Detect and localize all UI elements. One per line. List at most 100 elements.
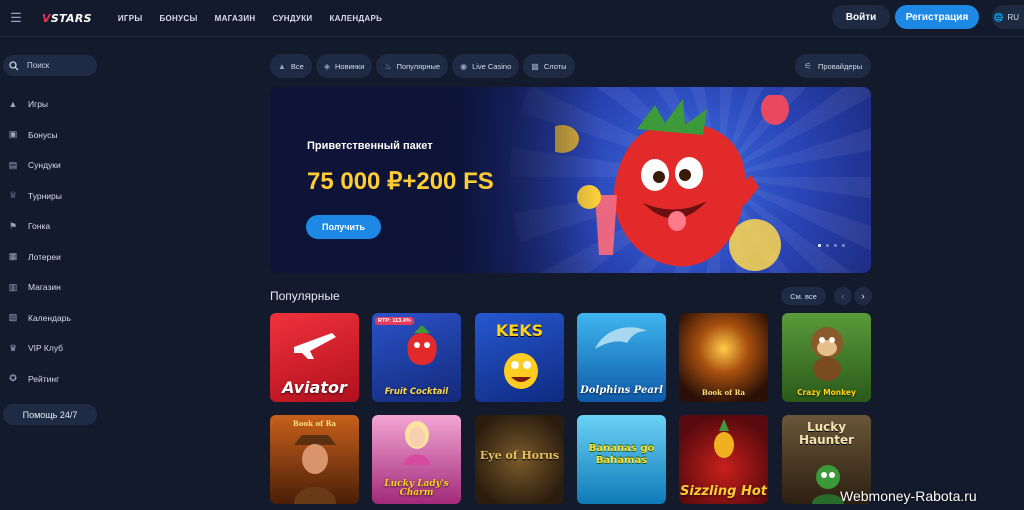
- fire-icon: ▲: [8, 99, 18, 110]
- game-title: Dolphins Pearl: [580, 385, 663, 396]
- chip-icon: ◉: [460, 61, 468, 71]
- logo-text: STARS: [50, 11, 92, 25]
- sidebar-item-rating[interactable]: ✪ Рейтинг: [0, 364, 110, 395]
- game-tile-bananas-go-bahamas[interactable]: Bananas go Bahamas: [577, 415, 666, 504]
- sidebar-item-label: Гонка: [28, 221, 51, 232]
- slider-dot[interactable]: [818, 244, 821, 247]
- sidebar-item-games[interactable]: ▲ Игры: [0, 89, 110, 120]
- game-tile-book-of-ra[interactable]: Book of Ra: [679, 313, 768, 402]
- game-title: Aviator: [282, 378, 347, 397]
- category-new[interactable]: ◈ Новинки: [315, 54, 373, 78]
- game-title: Eye of Horus: [479, 449, 560, 462]
- game-title: Fruit Cocktail: [384, 386, 449, 397]
- register-button[interactable]: Регистрация: [895, 5, 979, 29]
- login-button[interactable]: Войти: [832, 5, 890, 29]
- nav-chests[interactable]: СУНДУКИ: [273, 14, 313, 23]
- globe-icon: 🌐: [993, 12, 1004, 22]
- game-title: KEKS: [495, 321, 544, 340]
- casino-app: ☰ VSTARS ИГРЫ БОНУСЫ МАГАЗИН СУНДУКИ КАЛ…: [0, 0, 1024, 510]
- sidebar-item-lotteries[interactable]: ▦ Лотереи: [0, 242, 110, 273]
- chest-icon: ▤: [8, 159, 18, 170]
- category-label: Популярные: [396, 61, 441, 71]
- lady-icon: [404, 421, 430, 465]
- plane-icon: [294, 333, 336, 359]
- category-popular[interactable]: ♨ Популярные: [376, 54, 449, 78]
- sidebar-item-label: Рейтинг: [28, 373, 60, 384]
- sidebar-item-label: Сундуки: [28, 160, 61, 171]
- see-all-button[interactable]: См. все: [781, 287, 826, 305]
- game-title: Book of Ra: [701, 388, 746, 397]
- search-icon: [9, 60, 19, 70]
- nav-calendar[interactable]: КАЛЕНДАРЬ: [329, 14, 382, 23]
- flame-icon: ♨: [384, 61, 392, 71]
- ticket-icon: ▦: [8, 251, 18, 262]
- game-title: Lucky Lady's Charm: [384, 479, 449, 498]
- main-nav: ИГРЫ БОНУСЫ МАГАЗИН СУНДУКИ КАЛЕНДАРЬ: [118, 14, 382, 23]
- slider-dot[interactable]: [826, 244, 829, 247]
- banner-title: 75 000 ₽+200 FS: [307, 168, 494, 195]
- sidebar-item-label: Игры: [28, 99, 49, 110]
- game-tile-eye-of-horus[interactable]: Eye of Horus: [475, 415, 564, 504]
- cube-icon: ◈: [323, 61, 331, 71]
- language-selector[interactable]: 🌐 RU: [992, 5, 1024, 29]
- category-all[interactable]: ▲ Все: [270, 54, 312, 78]
- search-placeholder: Поиск: [27, 61, 50, 70]
- slider-dot[interactable]: [842, 244, 845, 247]
- filter-icon: ⚟: [803, 60, 812, 71]
- dolphin-icon: [595, 327, 647, 349]
- top-header: ☰ VSTARS ИГРЫ БОНУСЫ МАГАЗИН СУНДУКИ КАЛ…: [0, 0, 1024, 37]
- logo-mark: V: [42, 11, 51, 25]
- medal-icon: ✪: [9, 373, 17, 384]
- nav-bonuses[interactable]: БОНУСЫ: [159, 14, 197, 23]
- help-button[interactable]: Помощь 24/7: [3, 404, 97, 425]
- slider-dots: [818, 244, 845, 247]
- crown-icon: ♛: [8, 342, 18, 353]
- banner-cta-button[interactable]: Получить: [306, 215, 381, 239]
- providers-button[interactable]: ⚟ Провайдеры: [795, 54, 871, 78]
- search-input[interactable]: Поиск: [3, 55, 97, 76]
- category-live-casino[interactable]: ◉ Live Casino: [452, 54, 520, 78]
- next-arrow-icon[interactable]: ›: [854, 287, 872, 305]
- game-tile-fruit-cocktail[interactable]: RTP: 113.4% Fruit Cocktail: [372, 313, 461, 402]
- sidebar-item-vip[interactable]: ♛ VIP Клуб: [0, 333, 110, 364]
- category-label: Live Casino: [472, 61, 512, 71]
- prev-arrow-icon[interactable]: ‹: [834, 287, 852, 305]
- nav-games[interactable]: ИГРЫ: [118, 14, 143, 23]
- category-label: Все: [290, 61, 304, 71]
- game-tile-dolphins-pearl[interactable]: Dolphins Pearl: [577, 313, 666, 402]
- sidebar-item-calendar[interactable]: ▧ Календарь: [0, 303, 110, 334]
- promo-banner[interactable]: Приветственный пакет 75 000 ₽+200 FS Пол…: [270, 87, 871, 273]
- sidebar-item-label: Календарь: [28, 312, 71, 323]
- header-actions: Войти Регистрация 🌐 RU: [832, 5, 1024, 29]
- game-tile-crazy-monkey[interactable]: Crazy Monkey: [782, 313, 871, 402]
- slider-dot[interactable]: [834, 244, 837, 247]
- strawberry-icon: [407, 325, 437, 365]
- game-title: Sizzling Hot: [680, 484, 767, 499]
- trophy-icon: ♕: [8, 190, 18, 201]
- game-title: Crazy Monkey: [797, 387, 856, 397]
- logo[interactable]: VSTARS: [42, 12, 92, 25]
- game-tile-sizzling-hot[interactable]: Sizzling Hot: [679, 415, 768, 504]
- gift-icon: ▣: [8, 129, 18, 140]
- sidebar-item-chests[interactable]: ▤ Сундуки: [0, 150, 110, 181]
- game-title: Bananas go Bahamas: [588, 443, 655, 466]
- nav-shop[interactable]: МАГАЗИН: [215, 14, 256, 23]
- game-tile-lucky-ladys-charm[interactable]: Lucky Lady's Charm: [372, 415, 461, 504]
- menu-toggle-icon[interactable]: ☰: [4, 6, 28, 30]
- game-tile-aviator[interactable]: Aviator: [270, 313, 359, 402]
- sidebar-item-shop[interactable]: ▥ Магазин: [0, 272, 110, 303]
- sidebar-item-label: Лотереи: [28, 251, 61, 262]
- language-label: RU: [1007, 12, 1019, 22]
- sidebar-item-race[interactable]: ⚑ Гонка: [0, 211, 110, 242]
- sidebar-item-tournaments[interactable]: ♕ Турниры: [0, 181, 110, 212]
- pineapple-icon: [714, 419, 734, 458]
- sidebar-item-bonuses[interactable]: ▣ Бонусы: [0, 120, 110, 151]
- shop-icon: ▥: [8, 281, 18, 292]
- category-filter: ▲ Все ◈ Новинки ♨ Популярные ◉ Live Casino ▩…: [270, 54, 575, 78]
- game-title: Lucky Haunter: [798, 420, 855, 447]
- sidebar: Поиск ▲ Игры ▣ Бонусы ▤ Сундуки ♕ Турниры ⚑ Г…: [0, 38, 110, 510]
- keks-character-icon: [504, 353, 538, 389]
- game-tile-keks[interactable]: KEKS: [475, 313, 564, 402]
- category-slots[interactable]: ▩ Слоты: [523, 54, 575, 78]
- game-tile-book-of-ra-deluxe[interactable]: Book of Ra: [270, 415, 359, 504]
